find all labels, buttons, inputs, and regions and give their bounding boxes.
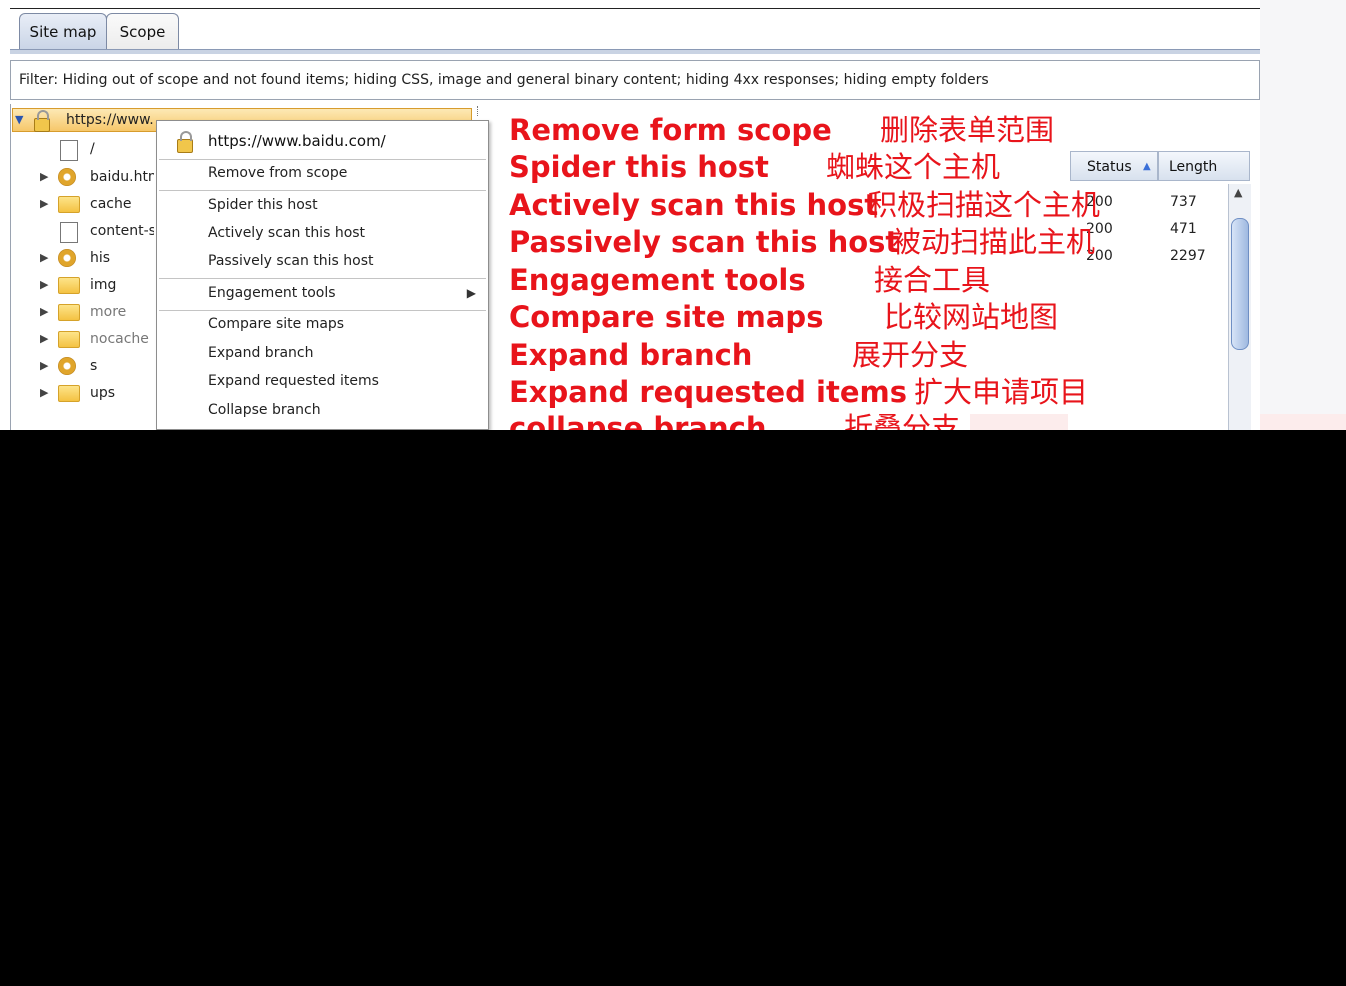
menu-separator [159, 278, 486, 279]
filter-bar[interactable]: Filter: Hiding out of scope and not foun… [10, 60, 1260, 100]
collapsed-arrow-icon[interactable]: ▶ [40, 192, 48, 216]
filter-text: Filter: Hiding out of scope and not foun… [19, 72, 989, 88]
table-cell-length[interactable]: 471 [1170, 221, 1197, 237]
tree-item[interactable]: ups [90, 381, 115, 405]
menu-item-compare-site-maps[interactable]: Compare site maps [157, 311, 488, 337]
menu-item-engagement-tools[interactable]: Engagement tools ▶ [157, 280, 488, 306]
annotation-cn: 扩大申请项目 [914, 375, 1089, 409]
table-cell-length[interactable]: 737 [1170, 194, 1197, 210]
annotation-en: Compare site maps [509, 300, 824, 334]
column-header-length[interactable]: Length [1158, 151, 1250, 181]
column-header-status[interactable]: Status ▲ [1070, 151, 1158, 181]
tree-item[interactable]: nocache [90, 327, 149, 351]
gear-icon [58, 357, 76, 375]
menu-item-label: Passively scan this host [208, 253, 374, 269]
folder-icon [58, 331, 80, 348]
menu-item-passively-scan[interactable]: Passively scan this host [157, 248, 488, 274]
tab-site-map[interactable]: Site map [19, 13, 107, 50]
context-menu-header-label: https://www.baidu.com/ [208, 132, 386, 150]
tree-item[interactable]: content-s [90, 219, 154, 243]
tree-item[interactable]: baidu.htm [90, 165, 154, 189]
collapsed-arrow-icon[interactable]: ▶ [40, 300, 48, 324]
annotation-en: Passively scan this host [509, 225, 900, 259]
tree-item[interactable]: cache [90, 192, 131, 216]
scroll-up-icon[interactable]: ▲ [1234, 186, 1242, 199]
annotation-en: Expand requested items [509, 375, 907, 409]
tree-item[interactable]: / [90, 137, 95, 161]
context-menu: https://www.baidu.com/ Remove from scope… [156, 120, 489, 430]
menu-item-spider-this-host[interactable]: Spider this host [157, 192, 488, 218]
menu-item-collapse-branch[interactable]: Collapse branch [157, 397, 488, 423]
annotation-cn: 折叠分支 [844, 411, 961, 430]
expanded-arrow-icon[interactable]: ▼ [15, 108, 23, 132]
context-menu-header: https://www.baidu.com/ [157, 128, 488, 154]
tree-item[interactable]: img [90, 273, 116, 297]
screenshot-area: Site map Scope Filter: Hiding out of sco… [0, 0, 1346, 430]
tab-underline [10, 49, 1260, 54]
menu-item-label: Spider this host [208, 197, 318, 213]
menu-item-label: Expand requested items [208, 373, 379, 389]
tree-item[interactable]: s [90, 354, 97, 378]
gear-icon [58, 249, 76, 267]
folder-icon [58, 385, 80, 402]
annotation-en: Engagement tools [509, 263, 806, 297]
collapsed-arrow-icon[interactable]: ▶ [40, 354, 48, 378]
submenu-arrow-icon: ▶ [466, 286, 476, 300]
window-top-border [10, 8, 1260, 9]
collapsed-arrow-icon[interactable]: ▶ [40, 381, 48, 405]
menu-item-remove-from-scope[interactable]: Remove from scope [157, 160, 488, 186]
annotation-en: Actively scan this host [509, 188, 879, 222]
right-margin [1260, 0, 1346, 430]
menu-item-expand-branch[interactable]: Expand branch [157, 340, 488, 366]
collapsed-arrow-icon[interactable]: ▶ [40, 246, 48, 270]
annotation-cn: 被动扫描此主机 [892, 225, 1096, 259]
menu-item-label: Remove from scope [208, 165, 348, 181]
annotation-cn: 比较网站地图 [884, 300, 1059, 334]
annotation-cn: 积极扫描这个主机 [868, 188, 1101, 222]
column-header-label: Status [1087, 159, 1132, 175]
tree-item[interactable]: his [90, 246, 110, 270]
collapsed-arrow-icon[interactable]: ▶ [40, 165, 48, 189]
annotation-cn: 接合工具 [874, 263, 991, 297]
menu-item-label: Actively scan this host [208, 225, 366, 241]
menu-item-label: Compare site maps [208, 316, 345, 332]
menu-item-label: Expand branch [208, 345, 314, 361]
annotation-en: Remove form scope [509, 113, 832, 147]
splitter-handle[interactable] [477, 106, 481, 116]
annotation-cn: 删除表单范围 [880, 113, 1055, 147]
column-header-label: Length [1169, 159, 1218, 175]
menu-separator [159, 190, 486, 191]
table-cell-length[interactable]: 2297 [1170, 248, 1206, 264]
lock-icon [34, 110, 50, 132]
folder-icon [58, 304, 80, 321]
collapsed-arrow-icon[interactable]: ▶ [40, 327, 48, 351]
annotation-cn: 展开分支 [852, 338, 969, 372]
tree-root-label: https://www.baidu.com/ [66, 112, 154, 128]
folder-icon [58, 277, 80, 294]
gear-icon [58, 168, 76, 186]
annotation-en: Spider this host [509, 150, 769, 184]
annotation-en: Expand branch [509, 338, 753, 372]
annotation-en: collapse branch [509, 411, 767, 430]
file-icon [60, 140, 78, 161]
file-icon [60, 222, 78, 243]
menu-item-expand-requested-items[interactable]: Expand requested items [157, 368, 488, 394]
folder-icon [58, 196, 80, 213]
tree-item[interactable]: more [90, 300, 126, 324]
scrollbar-thumb[interactable] [1231, 218, 1249, 350]
tab-scope[interactable]: Scope [106, 13, 179, 50]
annotation-cn: 蜘蛛这个主机 [826, 150, 1001, 184]
sort-ascending-icon: ▲ [1143, 161, 1151, 172]
menu-item-label: Engagement tools [208, 285, 336, 301]
menu-item-label: Collapse branch [208, 402, 321, 418]
collapsed-arrow-icon[interactable]: ▶ [40, 273, 48, 297]
menu-item-actively-scan[interactable]: Actively scan this host [157, 220, 488, 246]
